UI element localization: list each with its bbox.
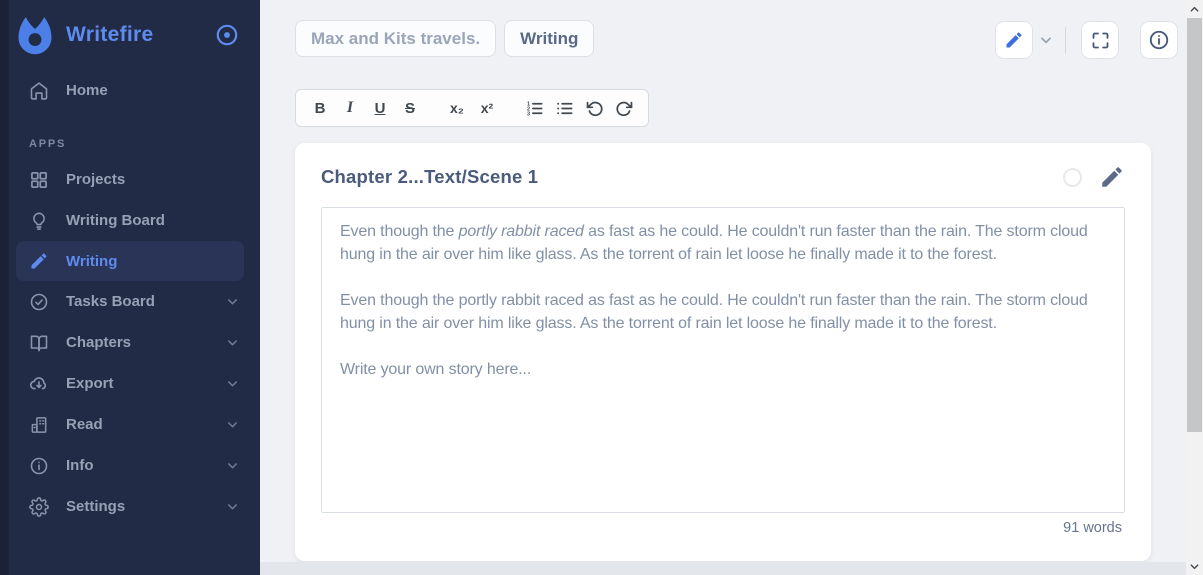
cloud-download-icon [29, 374, 49, 394]
sidebar-item-label: Export [66, 375, 225, 392]
unordered-list-icon [555, 99, 574, 118]
info-button[interactable] [1140, 21, 1178, 59]
ordered-list-icon: 123 [525, 99, 544, 118]
chevron-down-icon [225, 499, 240, 514]
book-open-icon [29, 333, 49, 353]
sidebar-item-writing-board[interactable]: Writing Board [0, 200, 260, 241]
bold-button[interactable]: B [307, 94, 333, 122]
redo-icon [615, 99, 634, 118]
story-paragraph: Write your own story here... [340, 358, 1106, 381]
undo-icon [585, 99, 604, 118]
undo-button[interactable] [581, 94, 607, 122]
italic-text: portly rabbit raced [459, 223, 584, 240]
info-circle-icon [1148, 29, 1170, 51]
sidebar-item-export[interactable]: Export [0, 363, 260, 404]
flame-icon [13, 13, 57, 57]
target-icon[interactable] [214, 22, 240, 48]
pencil-icon [1004, 30, 1024, 50]
project-title-chip[interactable]: Max and Kits travels. [295, 20, 496, 57]
scroll-up-icon[interactable] [1186, 1, 1203, 17]
breadcrumb: Max and Kits travels. Writing [295, 20, 594, 57]
sidebar-header: Writefire [0, 0, 260, 70]
header-actions [995, 21, 1178, 59]
word-count: 91 words [295, 513, 1151, 536]
chevron-down-icon[interactable] [1038, 32, 1054, 48]
edit-scene-button[interactable] [1099, 164, 1125, 190]
svg-text:3: 3 [526, 111, 529, 117]
superscript-button[interactable]: x² [474, 94, 500, 122]
fullscreen-button[interactable] [1081, 21, 1119, 59]
sidebar-item-label: Tasks Board [66, 293, 225, 310]
redo-button[interactable] [611, 94, 637, 122]
sidebar-item-label: Writing Board [66, 212, 240, 229]
info-circle-icon [29, 456, 49, 476]
sidebar-item-label: Home [66, 82, 240, 99]
sidebar-item-label: Chapters [66, 334, 225, 351]
edit-mode-button[interactable] [995, 21, 1033, 59]
sidebar-section-label: APPS [0, 111, 260, 159]
sidebar-item-read[interactable]: Read [0, 404, 260, 445]
sidebar-item-home[interactable]: Home [0, 70, 260, 111]
building-icon [29, 415, 49, 435]
lightbulb-icon [29, 211, 49, 231]
horizontal-scrollbar[interactable] [260, 562, 1186, 575]
scroll-down-icon[interactable] [1186, 558, 1203, 574]
scrollbar-thumb[interactable] [1187, 18, 1202, 432]
underline-button[interactable]: U [367, 94, 393, 122]
scene-card: Chapter 2...Text/Scene 1 Even though the… [295, 143, 1151, 561]
story-paragraph: Even though the portly rabbit raced as f… [340, 289, 1106, 335]
sidebar-item-tasks-board[interactable]: Tasks Board [0, 281, 260, 322]
sidebar-item-chapters[interactable]: Chapters [0, 322, 260, 363]
pencil-icon [1099, 164, 1125, 190]
sidebar-item-label: Read [66, 416, 225, 433]
sidebar-item-label: Settings [66, 498, 225, 515]
sidebar-item-label: Info [66, 457, 225, 474]
gear-icon [29, 497, 49, 517]
home-icon [29, 81, 49, 101]
grid-icon [29, 170, 49, 190]
unordered-list-button[interactable] [551, 94, 577, 122]
story-text-editor[interactable]: Even though the portly rabbit raced as f… [321, 207, 1125, 513]
fullscreen-icon [1090, 30, 1111, 51]
chevron-down-icon [225, 458, 240, 473]
sidebar-item-info[interactable]: Info [0, 445, 260, 486]
pencil-icon [29, 251, 49, 271]
italic-button[interactable]: I [337, 94, 363, 122]
scene-card-header: Chapter 2...Text/Scene 1 [295, 143, 1151, 207]
strikethrough-button[interactable]: S [397, 94, 423, 122]
sidebar-item-settings[interactable]: Settings [0, 486, 260, 527]
sidebar: Writefire Home APPS Projects Writing Boa… [0, 0, 260, 575]
sidebar-item-label: Projects [66, 171, 240, 188]
sidebar-rail [0, 0, 9, 575]
view-name-chip[interactable]: Writing [504, 20, 594, 57]
chevron-down-icon [225, 376, 240, 391]
chevron-down-icon [225, 335, 240, 350]
vertical-scrollbar[interactable] [1186, 0, 1203, 575]
format-toolbar: B I U S x₂ x² 123 [295, 89, 649, 127]
sidebar-item-label: Writing [66, 253, 232, 270]
status-circle-icon [1063, 168, 1082, 187]
divider [1065, 27, 1066, 54]
scene-title: Chapter 2...Text/Scene 1 [321, 166, 1063, 188]
chevron-down-icon [225, 417, 240, 432]
sidebar-item-projects[interactable]: Projects [0, 159, 260, 200]
ordered-list-button[interactable]: 123 [521, 94, 547, 122]
brand-title: Writefire [66, 23, 214, 47]
subscript-button[interactable]: x₂ [444, 94, 470, 122]
check-circle-icon [29, 292, 49, 312]
sidebar-item-writing[interactable]: Writing [16, 241, 244, 281]
chevron-down-icon [225, 294, 240, 309]
story-paragraph: Even though the portly rabbit raced as f… [340, 220, 1106, 266]
